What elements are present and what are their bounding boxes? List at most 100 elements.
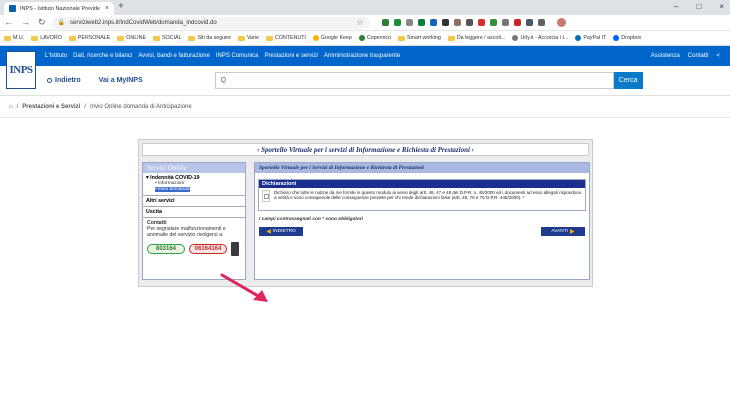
dichiarazioni-box: Dichiarazioni Dichiaro che tutte le noti… [258,179,586,211]
bookmark-item[interactable]: ONLINE [117,35,146,41]
extension-icon[interactable] [417,19,425,26]
main-form: Sportello Virtuale per i Servizi di Info… [254,162,590,280]
form-header: Sportello Virtuale per i Servizi di Info… [255,163,589,173]
tab-title: INPS - Istituto Nazionale Previde [20,5,101,12]
profile-avatar[interactable] [556,18,566,27]
bookmark-item[interactable]: PERSONALE [68,35,110,41]
menu-item[interactable]: Prestazioni e servizi [265,53,318,59]
paypal-icon [575,35,582,41]
url-bar[interactable]: 🔒 serviziweb2.inps.it/IndCovidWeb/domand… [51,16,370,29]
breadcrumb: ⌂ / Prestazioni e Servizi / Invio Online… [0,96,730,118]
bookmark-item[interactable]: SOCIAL [153,35,181,41]
browser-tab-bar: INPS - Istituto Nazionale Previde × + – … [0,0,730,15]
lock-icon: 🔒 [57,20,66,26]
site-header: INPS L'Istituto Dati, ricerche e bilanci… [0,46,730,89]
reload-icon[interactable]: ↻ [38,17,46,28]
folder-icon [117,35,125,41]
folder-icon [68,35,76,41]
extension-icon[interactable] [477,19,485,26]
new-tab-icon[interactable]: + [118,1,124,12]
bookmark-item[interactable]: Dropbox [613,35,641,41]
sidebar-section-covid[interactable]: ▾ Indennità COVID-19 ▪ Informazioni ▪ In… [143,173,245,196]
menu-item[interactable]: Amministrazione trasparente [324,53,400,59]
bookmark-item[interactable]: Siti da seguire [188,35,231,41]
back-icon[interactable]: ← [4,17,13,28]
menu-item[interactable]: INPS Comunica [216,53,259,59]
back-link[interactable]: Indietro [47,77,81,84]
bookmark-item[interactable]: Google Keep [312,35,352,41]
phone-number-green: 803164 [147,244,185,254]
assistenza-link[interactable]: Assistenza [651,53,680,59]
menu-item[interactable]: Dati, ricerche e bilanci [73,53,132,59]
bookmarks-bar: M.U. LAVORO PERSONALE ONLINE SOCIAL Siti… [0,31,730,46]
inps-logo[interactable]: INPS [6,51,36,89]
indietro-button[interactable]: ◀ INDIETRO [259,227,303,236]
dichiarazione-checkbox[interactable] [262,190,271,202]
search-input[interactable]: Q [214,72,614,89]
bookmark-item[interactable]: Da leggere / ascolt... [447,35,505,41]
copernico-icon [358,35,365,41]
bookmark-item[interactable]: Copernico [358,35,391,41]
extension-icon[interactable] [465,19,473,26]
menu-item[interactable]: L'Istituto [45,53,67,59]
minimize-icon[interactable]: – [674,2,678,11]
sidebar-item-invio-domanda[interactable]: ▪ Invio domanda [146,187,242,193]
sportello-panel: ‹ Sportello Virtuale per i servizi di In… [138,139,593,287]
window-controls: – □ × [674,2,724,11]
sidebar-item-uscita[interactable]: Uscita [143,207,245,218]
search-button[interactable]: Cerca [613,72,643,89]
extension-icon[interactable] [537,19,545,26]
bookmark-item[interactable]: Urly.it - Accorcia i t... [512,35,568,41]
bookmark-item[interactable]: PayPal IT [575,35,606,41]
arrow-left-icon: ◀ [266,229,271,235]
google-keep-icon [312,35,319,41]
maximize-icon[interactable]: □ [696,2,701,11]
share-icon[interactable]: < [716,53,720,59]
close-tab-icon[interactable]: × [105,5,109,12]
breadcrumb-link[interactable]: Prestazioni e Servizi [22,104,80,110]
forward-icon[interactable]: → [21,17,30,28]
page-content: ‹ Sportello Virtuale per i servizi di In… [0,118,730,388]
menu-item[interactable]: Avvisi, bandi e fatturazione [138,53,210,59]
url-text: serviziweb2.inps.it/IndCovidWeb/domanda_… [70,19,217,26]
bookmark-item[interactable]: Varie [238,35,259,41]
home-icon[interactable]: ⌂ [9,104,13,110]
secondary-bar: Indietro Vai a MyINPS Q Cerca [0,66,730,96]
extension-icon[interactable] [441,19,449,26]
address-bar-row: ← → ↻ 🔒 serviziweb2.inps.it/IndCovidWeb/… [0,15,730,31]
extension-icon[interactable] [453,19,461,26]
sidebar-header: Servizi Online [143,163,245,173]
extension-icon[interactable] [393,19,401,26]
top-menu: L'Istituto Dati, ricerche e bilanci Avvi… [45,53,400,59]
phone-number-red: 06164164 [189,244,227,254]
myinps-link[interactable]: Vai a MyINPS [99,77,143,84]
extension-icon[interactable] [429,19,437,26]
extension-icon[interactable] [489,19,497,26]
breadcrumb-current: Invio Online domanda di Anticipazione [90,103,192,110]
bookmark-item[interactable]: M.U. [4,35,24,41]
sidebar-item-altri-servizi[interactable]: Altri servizi [143,196,245,207]
inps-favicon-icon [9,5,16,12]
extension-icon[interactable] [405,19,413,26]
folder-icon [398,35,405,41]
avanti-button[interactable]: AVANTI ▶ [541,227,585,236]
bookmark-item[interactable]: CONTENUTI [266,35,306,41]
arrow-right-icon: ▶ [570,229,575,235]
mobile-phone-icon [231,242,239,256]
extension-icon[interactable] [501,19,509,26]
close-window-icon[interactable]: × [719,2,724,11]
services-sidebar: Servizi Online ▾ Indennità COVID-19 ▪ In… [142,162,246,280]
panel-title: ‹ Sportello Virtuale per i servizi di In… [142,143,589,156]
extensions [381,19,545,26]
folder-icon [188,35,196,41]
extension-icon[interactable] [525,19,533,26]
folder-icon [447,35,455,41]
browser-tab[interactable]: INPS - Istituto Nazionale Previde × [4,2,114,15]
bookmark-item[interactable]: Smart working [398,35,441,41]
extension-icon[interactable] [513,19,521,26]
extension-icon[interactable] [381,19,389,26]
contatti-link[interactable]: Contatti [688,53,709,59]
bookmark-star-icon[interactable]: ☆ [356,18,363,27]
bookmark-item[interactable]: LAVORO [31,35,62,41]
contatti-text: Per segnalare malfunzionamenti e anomali… [147,226,226,238]
